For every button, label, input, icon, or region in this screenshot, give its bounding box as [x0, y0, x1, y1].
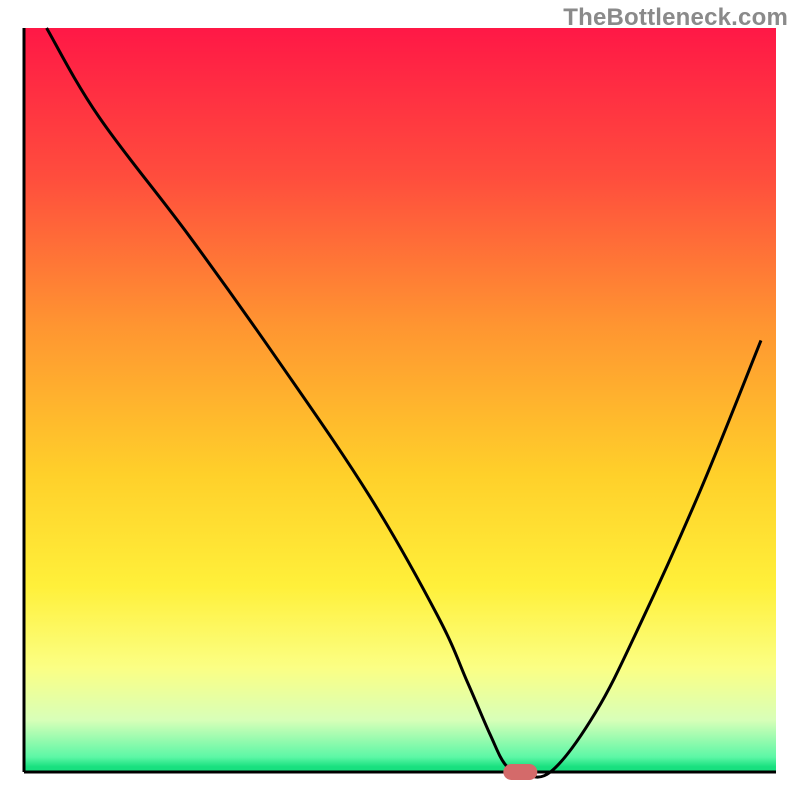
watermark-label: TheBottleneck.com — [563, 4, 788, 32]
chart-svg — [0, 0, 800, 800]
plot-background — [24, 28, 776, 772]
chart-frame: TheBottleneck.com — [0, 0, 800, 800]
optimal-marker — [503, 764, 537, 780]
